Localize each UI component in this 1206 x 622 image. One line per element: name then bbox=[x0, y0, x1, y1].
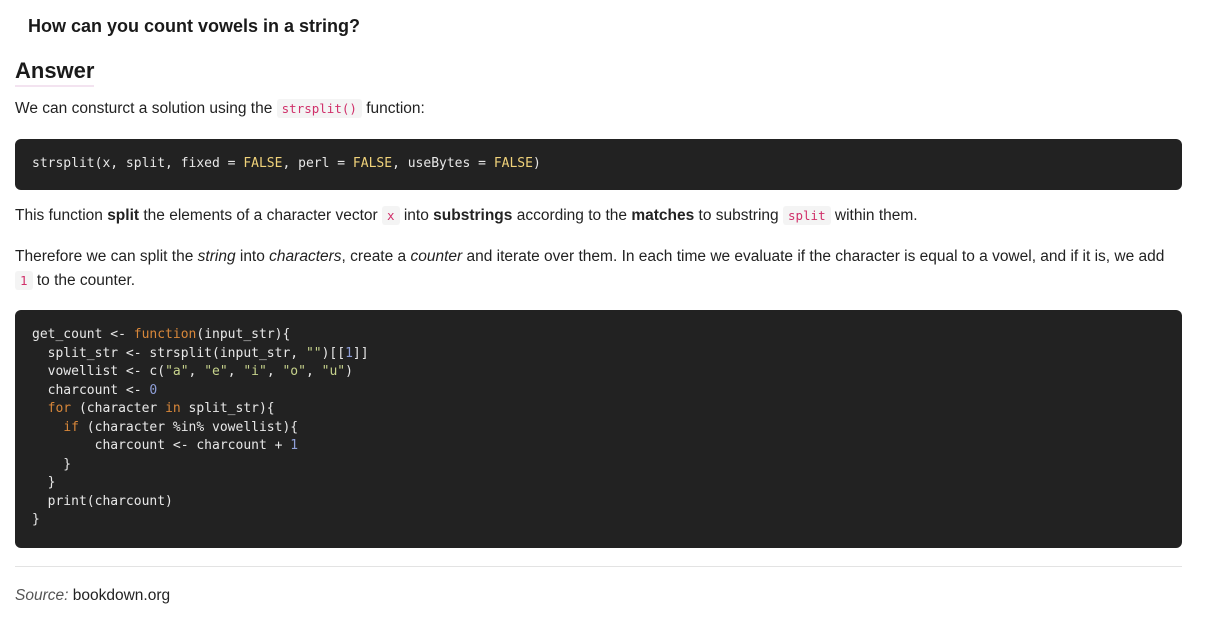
italic-counter: counter bbox=[410, 248, 463, 265]
approach-paragraph: Therefore we can split the string into c… bbox=[15, 245, 1185, 293]
code-token: "u" bbox=[321, 364, 346, 379]
code-line: charcount <- 0 bbox=[32, 382, 1182, 401]
code-token: } bbox=[32, 512, 40, 527]
bold-substrings: substrings bbox=[433, 207, 513, 224]
approach-text: into bbox=[235, 248, 270, 265]
code-line: get_count <- function(input_str){ bbox=[32, 326, 1182, 345]
code-token: , perl = bbox=[282, 156, 353, 171]
code-token: "e" bbox=[204, 364, 228, 379]
code-token: charcount <- charcount + bbox=[32, 438, 291, 453]
code-token: (character %in% vowellist){ bbox=[78, 419, 299, 435]
approach-text: to the counter. bbox=[32, 272, 136, 289]
signature-code-block: strsplit(x, split, fixed = FALSE, perl =… bbox=[15, 139, 1182, 190]
inline-code-x: x bbox=[382, 206, 400, 225]
code-token: vowellist <- c( bbox=[32, 364, 166, 379]
inline-code-one: 1 bbox=[15, 271, 33, 290]
explanation-text: within them. bbox=[830, 207, 918, 224]
question-heading: How can you count vowels in a string? bbox=[28, 16, 361, 36]
code-token: split_str <- strsplit(input_str, bbox=[32, 345, 306, 361]
italic-characters: characters bbox=[269, 248, 342, 265]
code-token: for bbox=[47, 401, 72, 416]
explanation-paragraph: This function split the elements of a ch… bbox=[15, 204, 1185, 228]
divider bbox=[15, 566, 1182, 567]
code-token: ) bbox=[532, 156, 541, 171]
source-label: Source: bbox=[15, 587, 69, 604]
code-token: "o" bbox=[282, 364, 306, 379]
code-token: )[[ bbox=[321, 345, 346, 361]
code-line: split_str <- strsplit(input_str, "")[[1]… bbox=[32, 345, 1182, 364]
code-token: , bbox=[266, 364, 283, 379]
explanation-text: to substring bbox=[694, 207, 783, 224]
intro-text-before: We can consturct a solution using the bbox=[15, 100, 277, 117]
code-line: print(charcount) bbox=[32, 493, 1182, 512]
function-code-block: get_count <- function(input_str){ split_… bbox=[15, 310, 1182, 548]
inline-code-strsplit: strsplit() bbox=[276, 99, 362, 118]
code-token: , bbox=[227, 364, 244, 379]
code-token: (input_str){ bbox=[196, 327, 291, 342]
answer-heading: Answer bbox=[15, 58, 95, 87]
explanation-text: the elements of a character vector bbox=[139, 207, 383, 224]
code-line: } bbox=[32, 456, 1182, 475]
intro-text-after: function: bbox=[361, 100, 425, 117]
code-token: function bbox=[133, 327, 197, 342]
explanation-text: according to the bbox=[512, 207, 632, 224]
code-token: "i" bbox=[243, 364, 267, 379]
source-link[interactable]: bookdown.org bbox=[73, 587, 170, 604]
code-token: FALSE bbox=[493, 156, 533, 171]
code-token: } bbox=[32, 475, 56, 490]
code-line: vowellist <- c("a", "e", "i", "o", "u") bbox=[32, 363, 1182, 382]
bold-split: split bbox=[107, 207, 140, 224]
explanation-text: This function bbox=[15, 207, 108, 224]
code-token: ]] bbox=[352, 345, 369, 361]
code-line: for (character in split_str){ bbox=[32, 400, 1182, 419]
approach-text: and iterate over them. In each time we e… bbox=[462, 248, 1165, 265]
code-token: get_count <- bbox=[32, 327, 134, 342]
code-token: 1 bbox=[290, 438, 299, 453]
code-token: in bbox=[165, 401, 181, 416]
code-token: 0 bbox=[149, 382, 158, 398]
code-token: (character bbox=[71, 401, 166, 416]
bold-matches: matches bbox=[631, 207, 695, 224]
inline-code-split: split bbox=[782, 206, 831, 225]
code-line: } bbox=[32, 474, 1182, 493]
code-token: } bbox=[32, 456, 72, 472]
intro-paragraph: We can consturct a solution using the st… bbox=[15, 97, 1185, 121]
code-line: strsplit(x, split, fixed = FALSE, perl =… bbox=[32, 155, 1182, 174]
source-line: Source: bookdown.org bbox=[15, 587, 170, 605]
code-token: , useBytes = bbox=[392, 156, 494, 171]
code-token: "" bbox=[305, 345, 322, 361]
code-token: FALSE bbox=[243, 156, 283, 171]
code-token: FALSE bbox=[352, 156, 393, 171]
code-token: charcount <- bbox=[32, 382, 150, 398]
code-token: , bbox=[305, 364, 322, 379]
italic-string: string bbox=[197, 248, 236, 265]
code-token: 1 bbox=[345, 345, 353, 361]
code-token: print(charcount) bbox=[32, 493, 173, 509]
approach-text: , create a bbox=[341, 248, 411, 265]
code-token: "a" bbox=[165, 364, 189, 379]
code-token: split_str){ bbox=[180, 401, 275, 416]
code-token: , bbox=[188, 364, 205, 379]
code-token: ) bbox=[345, 364, 353, 379]
code-line: charcount <- charcount + 1 bbox=[32, 437, 1182, 456]
code-token: strsplit(x, split, fixed = bbox=[32, 156, 244, 171]
approach-text: Therefore we can split the bbox=[15, 248, 198, 265]
code-token: if bbox=[63, 419, 79, 435]
code-line: if (character %in% vowellist){ bbox=[32, 419, 1182, 438]
explanation-text: into bbox=[399, 207, 434, 224]
code-line: } bbox=[32, 511, 1182, 530]
page: How can you count vowels in a string? An… bbox=[0, 0, 1206, 622]
